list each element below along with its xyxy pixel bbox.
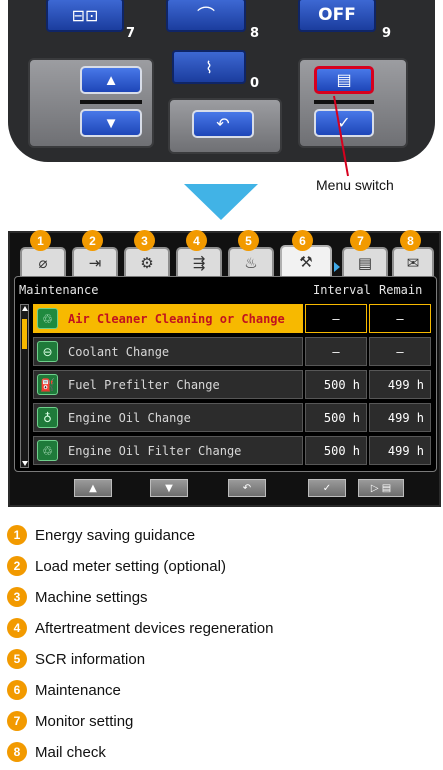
row-interval: —: [305, 337, 367, 366]
tab-mail-check[interactable]: ✉: [392, 247, 434, 276]
tab-machine-settings[interactable]: ⚙: [124, 247, 170, 276]
guide-down-button[interactable]: ▼: [150, 479, 188, 497]
row-name: Air Cleaner Cleaning or Change: [33, 304, 303, 333]
legend-item: 8 Mail check: [7, 741, 106, 763]
row-remain: 499 h: [369, 436, 431, 465]
list-item-fuel-prefilter[interactable]: ⛽ Fuel Prefilter Change 500 h 499 h: [33, 370, 435, 399]
next-menu-icon: ▷ ▤: [370, 482, 392, 494]
legend-item: 3 Machine settings: [7, 586, 148, 608]
legend-text: Monitor setting: [35, 712, 134, 730]
guide-next-menu-button[interactable]: ▷ ▤: [358, 479, 404, 497]
legend-text: Load meter setting (optional): [35, 557, 226, 575]
scroll-thumb[interactable]: [22, 319, 27, 349]
legend-text: Aftertreatment devices regeneration: [35, 619, 274, 637]
guide-return-button[interactable]: ↶: [228, 479, 266, 497]
tab-badge-3: 3: [134, 230, 155, 251]
legend-badge: 6: [7, 680, 27, 700]
list-item-coolant[interactable]: ⊖ Coolant Change — —: [33, 337, 435, 366]
tab-badge-7: 7: [350, 230, 371, 251]
maintenance-icon: ⚒: [299, 252, 313, 271]
down-arrow-icon: ▼: [165, 482, 173, 494]
row-interval: 500 h: [305, 403, 367, 432]
guide-check-button[interactable]: ✓: [308, 479, 346, 497]
legend-item: 1 Energy saving guidance: [7, 524, 195, 546]
tab-badge-1: 1: [30, 230, 51, 251]
legend-item: 2 Load meter setting (optional): [7, 555, 226, 577]
engine-oil-icon: ♁: [37, 407, 58, 428]
legend-badge: 3: [7, 587, 27, 607]
legend-badge: 2: [7, 556, 27, 576]
legend-text: Maintenance: [35, 681, 121, 699]
tab-badge-2: 2: [82, 230, 103, 251]
monitor-screen: ⌀ ⇥ ⚙ ⇶ ♨ ⚒ ▤ ✉ 1 2 3 4 5 6 7 8 Maintena…: [8, 230, 441, 507]
row-name: Engine Oil Change: [33, 403, 303, 432]
legend-item: 5 SCR information: [7, 648, 145, 670]
row-remain: —: [369, 304, 431, 333]
coolant-icon: ⊖: [37, 341, 58, 362]
legend-badge: 8: [7, 742, 27, 762]
air-cleaner-icon: ♲: [37, 308, 58, 329]
row-remain: —: [369, 337, 431, 366]
aftertreatment-icon: ⇶: [192, 253, 206, 272]
tab-aftertreatment[interactable]: ⇶: [176, 247, 222, 276]
list-item-engine-oil[interactable]: ♁ Engine Oil Change 500 h 499 h: [33, 403, 435, 432]
eco-leaf-icon: ⌀: [38, 253, 48, 272]
check-icon: ✓: [322, 482, 332, 494]
tab-energy-saving[interactable]: ⌀: [20, 247, 66, 276]
legend-item: 6 Maintenance: [7, 679, 121, 701]
legend-badge: 7: [7, 711, 27, 731]
legend-item: 4 Aftertreatment devices regeneration: [7, 617, 273, 639]
menu-switch-callout-line: [333, 95, 349, 177]
list-item-air-cleaner[interactable]: ♲ Air Cleaner Cleaning or Change — —: [33, 304, 435, 333]
machine-settings-icon: ⚙: [140, 253, 154, 272]
scroll-up-icon: [22, 306, 28, 311]
list-item-engine-oil-filter[interactable]: ♲ Engine Oil Filter Change 500 h 499 h: [33, 436, 435, 465]
maintenance-list: Maintenance Interval Remain ♲ Air Cleane…: [14, 276, 437, 472]
tab-monitor-setting[interactable]: ▤: [342, 247, 388, 276]
up-arrow-icon: ▲: [89, 482, 97, 494]
tab-load-meter[interactable]: ⇥: [72, 247, 118, 276]
guide-up-button[interactable]: ▲: [74, 479, 112, 497]
row-remain: 499 h: [369, 403, 431, 432]
tab-badge-8: 8: [400, 230, 421, 251]
load-meter-icon: ⇥: [88, 253, 102, 272]
legend-text: SCR information: [35, 650, 146, 668]
tab-scr-information[interactable]: ♨: [228, 247, 274, 276]
transition-arrow-icon: [184, 184, 258, 220]
column-header-interval: Interval: [313, 283, 371, 297]
tab-badge-4: 4: [186, 230, 207, 251]
fuel-prefilter-icon: ⛽: [37, 374, 58, 395]
guide-bar: ▲ ▼ ↶ ✓ ▷ ▤: [14, 476, 437, 499]
tab-badge-6: 6: [292, 230, 313, 251]
list-title: Maintenance: [19, 283, 99, 297]
list-scrollbar[interactable]: [20, 304, 29, 468]
legend-text: Mail check: [35, 743, 106, 761]
row-interval: —: [305, 304, 367, 333]
row-name: Engine Oil Filter Change: [33, 436, 303, 465]
return-icon: ↶: [242, 482, 252, 494]
row-name: Coolant Change: [33, 337, 303, 366]
engine-oil-filter-icon: ♲: [37, 440, 58, 461]
row-name: Fuel Prefilter Change: [33, 370, 303, 399]
legend-text: Energy saving guidance: [35, 526, 196, 544]
row-interval: 500 h: [305, 370, 367, 399]
legend-badge: 1: [7, 525, 27, 545]
legend-badge: 4: [7, 618, 27, 638]
monitor-setting-icon: ▤: [357, 253, 373, 272]
menu-switch-label: Menu switch: [316, 177, 394, 193]
menu-tab-strip: ⌀ ⇥ ⚙ ⇶ ♨ ⚒ ▤ ✉ 1 2 3 4 5 6 7 8: [16, 230, 435, 276]
scr-icon: ♨: [244, 253, 258, 272]
legend-item: 7 Monitor setting: [7, 710, 133, 732]
scroll-down-icon: [22, 461, 28, 466]
tab-badge-5: 5: [238, 230, 259, 251]
active-tab-pointer-icon: [334, 262, 340, 272]
legend-text: Machine settings: [35, 588, 148, 606]
row-remain: 499 h: [369, 370, 431, 399]
mail-icon: ✉: [406, 253, 420, 272]
column-header-remain: Remain: [379, 283, 423, 297]
row-interval: 500 h: [305, 436, 367, 465]
legend-badge: 5: [7, 649, 27, 669]
